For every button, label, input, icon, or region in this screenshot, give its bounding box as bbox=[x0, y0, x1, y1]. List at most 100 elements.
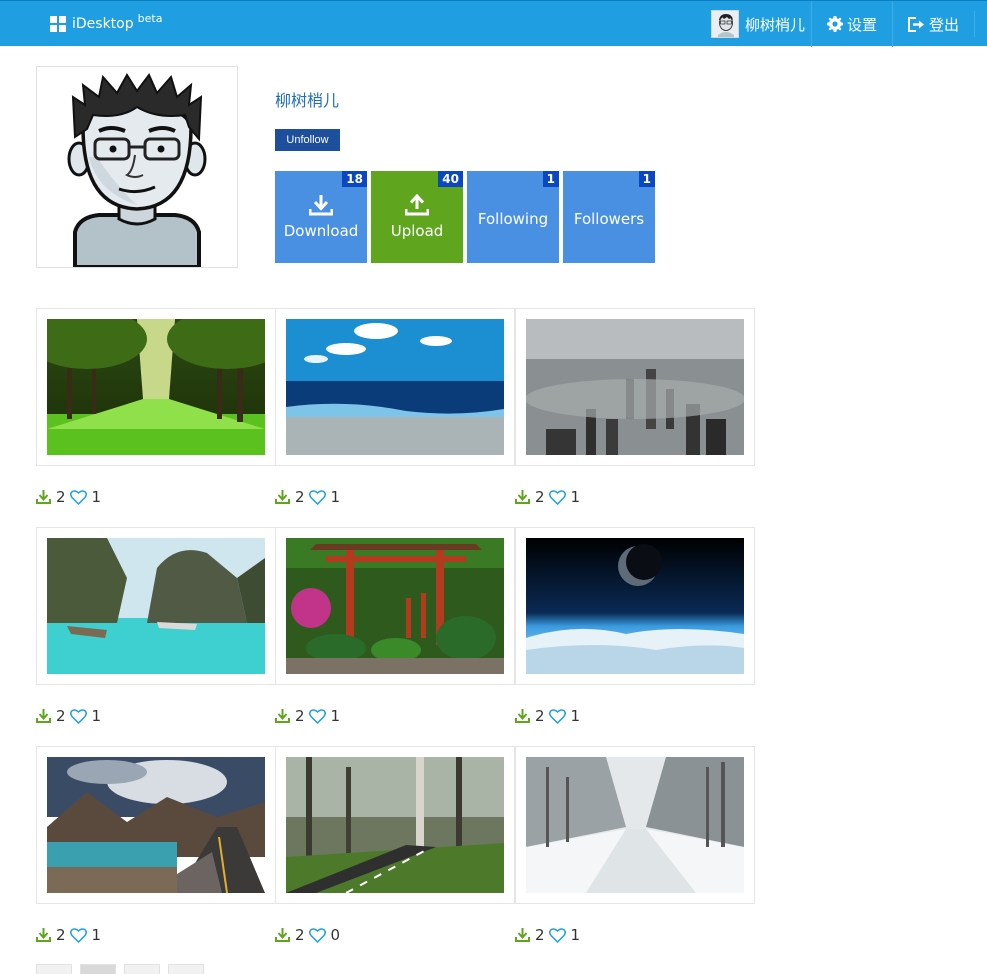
heart-icon[interactable] bbox=[308, 927, 326, 943]
tile-download[interactable]: 18 Download bbox=[275, 171, 367, 263]
upload-icon bbox=[405, 194, 429, 216]
download-count: 2 bbox=[56, 926, 66, 944]
nav-user-name: 柳树梢儿 bbox=[744, 15, 805, 34]
profile-stat-tiles: 18 Download 40 Upload 1 Following 1 Foll… bbox=[275, 171, 655, 263]
download-icon bbox=[309, 195, 333, 216]
gallery-item[interactable] bbox=[36, 746, 276, 904]
download-count: 2 bbox=[295, 707, 305, 725]
download-icon bbox=[275, 928, 290, 942]
download-icon bbox=[275, 490, 290, 504]
heart-icon[interactable] bbox=[548, 927, 566, 943]
thumbnail-mountain-road[interactable] bbox=[47, 757, 265, 893]
thumbnail-tropical-bay[interactable] bbox=[47, 538, 265, 674]
item-stats: 2 1 bbox=[36, 707, 101, 725]
nav-logout-label: 登出 bbox=[928, 15, 959, 34]
upload-count-badge: 40 bbox=[438, 171, 463, 187]
like-count: 1 bbox=[570, 488, 581, 506]
thumbnail-foggy-city[interactable] bbox=[526, 319, 744, 455]
download-icon bbox=[275, 709, 290, 723]
download-count: 2 bbox=[535, 488, 545, 506]
tile-following[interactable]: 1 Following bbox=[467, 171, 559, 263]
profile-avatar bbox=[36, 66, 238, 268]
download-icon bbox=[515, 928, 530, 942]
download-icon bbox=[36, 709, 51, 723]
unfollow-button[interactable]: Unfollow bbox=[275, 129, 340, 151]
download-count: 2 bbox=[56, 707, 66, 725]
download-count: 2 bbox=[535, 707, 545, 725]
heart-icon[interactable] bbox=[308, 489, 326, 505]
nav-settings[interactable]: 设置 bbox=[810, 1, 892, 47]
gallery-item[interactable] bbox=[515, 746, 755, 904]
like-count: 1 bbox=[91, 926, 102, 944]
item-stats: 2 1 bbox=[36, 488, 101, 506]
followers-count-badge: 1 bbox=[638, 171, 655, 187]
download-icon bbox=[515, 709, 530, 723]
download-icon bbox=[515, 490, 530, 504]
item-stats: 2 1 bbox=[515, 707, 580, 725]
thumbnail-ocean-beach[interactable] bbox=[286, 319, 504, 455]
brand-beta-tag: beta bbox=[137, 11, 163, 25]
tile-following-label: Following bbox=[477, 210, 549, 228]
thumbnail-forest-road[interactable] bbox=[286, 757, 504, 893]
profile-name[interactable]: 柳树梢儿 bbox=[275, 87, 339, 111]
following-count-badge: 1 bbox=[542, 171, 559, 187]
like-count: 1 bbox=[91, 488, 102, 506]
pagination-next[interactable] bbox=[168, 964, 204, 974]
gallery-item[interactable] bbox=[515, 308, 755, 466]
download-count-badge: 18 bbox=[342, 171, 367, 187]
download-icon bbox=[36, 490, 51, 504]
nav-settings-label: 设置 bbox=[846, 15, 877, 34]
logout-icon bbox=[907, 16, 924, 32]
download-count: 2 bbox=[295, 926, 305, 944]
like-count: 1 bbox=[570, 926, 581, 944]
tile-upload-label: Upload bbox=[390, 222, 444, 240]
user-avatar-small bbox=[710, 10, 739, 38]
gallery-item[interactable] bbox=[275, 746, 515, 904]
heart-icon[interactable] bbox=[548, 708, 566, 724]
download-icon bbox=[36, 928, 51, 942]
heart-icon[interactable] bbox=[69, 927, 87, 943]
gallery-item[interactable] bbox=[515, 527, 755, 685]
thumbnail-torii-garden[interactable] bbox=[286, 538, 504, 674]
heart-icon[interactable] bbox=[548, 489, 566, 505]
download-count: 2 bbox=[56, 488, 66, 506]
brand-name: iDesktop bbox=[72, 16, 134, 32]
pagination-page[interactable] bbox=[124, 964, 160, 974]
tile-download-label: Download bbox=[283, 222, 359, 240]
like-count: 0 bbox=[330, 926, 341, 944]
top-navbar: iDesktop beta 柳树梢儿 设置 登出 bbox=[0, 0, 987, 47]
thumbnail-tree-lined-path[interactable] bbox=[47, 319, 265, 455]
item-stats: 2 1 bbox=[515, 926, 580, 944]
download-count: 2 bbox=[535, 926, 545, 944]
pagination bbox=[36, 964, 204, 974]
item-stats: 2 0 bbox=[275, 926, 340, 944]
like-count: 1 bbox=[570, 707, 581, 725]
item-stats: 2 1 bbox=[515, 488, 580, 506]
item-stats: 2 1 bbox=[275, 488, 340, 506]
download-count: 2 bbox=[295, 488, 305, 506]
item-stats: 2 1 bbox=[36, 926, 101, 944]
pagination-prev[interactable] bbox=[36, 964, 72, 974]
item-stats: 2 1 bbox=[275, 707, 340, 725]
thumbnail-planet-earth[interactable] bbox=[526, 538, 744, 674]
gallery-item[interactable] bbox=[36, 308, 276, 466]
thumbnail-snowy-avenue[interactable] bbox=[526, 757, 744, 893]
gallery-item[interactable] bbox=[36, 527, 276, 685]
nav-user[interactable]: 柳树梢儿 bbox=[710, 1, 811, 47]
like-count: 1 bbox=[330, 707, 341, 725]
heart-icon[interactable] bbox=[308, 708, 326, 724]
nav-logout[interactable]: 登出 bbox=[891, 1, 987, 47]
windows-grid-icon bbox=[50, 16, 66, 32]
heart-icon[interactable] bbox=[69, 708, 87, 724]
brand-logo[interactable]: iDesktop beta bbox=[50, 12, 162, 36]
pagination-page[interactable] bbox=[80, 964, 116, 974]
heart-icon[interactable] bbox=[69, 489, 87, 505]
tile-upload[interactable]: 40 Upload bbox=[371, 171, 463, 263]
gallery-item[interactable] bbox=[275, 308, 515, 466]
gallery-item[interactable] bbox=[275, 527, 515, 685]
gear-icon bbox=[826, 16, 843, 32]
like-count: 1 bbox=[330, 488, 341, 506]
tile-followers-label: Followers bbox=[573, 210, 645, 228]
like-count: 1 bbox=[91, 707, 102, 725]
tile-followers[interactable]: 1 Followers bbox=[563, 171, 655, 263]
